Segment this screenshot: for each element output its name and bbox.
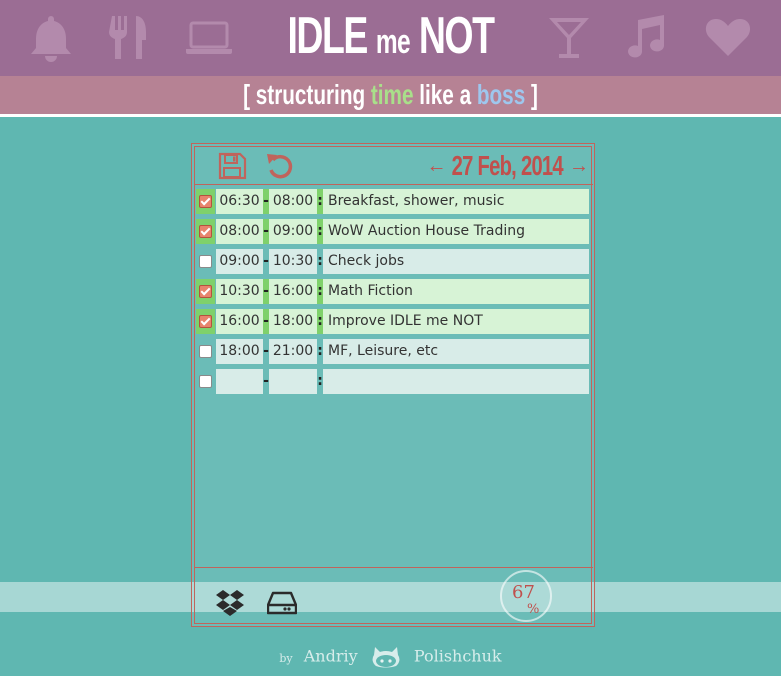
panel-toolbar: ← 27 Feb, 2014 → xyxy=(195,147,593,185)
task-field[interactable]: MF, Leisure, etc xyxy=(323,339,589,364)
task-field[interactable]: Math Fiction xyxy=(323,279,589,304)
schedule-row: 09:00-10:30: Check jobs xyxy=(195,249,593,274)
floppy-disk-icon[interactable] xyxy=(217,151,247,181)
done-checkbox[interactable] xyxy=(199,195,212,208)
header: IDLE me NOT xyxy=(0,0,781,76)
row-checkbox-cell xyxy=(196,309,215,334)
schedule-panel-inner: ← 27 Feb, 2014 → 06:30-08:00: Breakfast, … xyxy=(194,146,593,624)
row-checkbox-cell xyxy=(196,339,215,364)
tagline-open: [ structuring xyxy=(243,79,366,110)
task-field[interactable]: Improve IDLE me NOT xyxy=(323,309,589,334)
date-navigator: ← 27 Feb, 2014 → xyxy=(426,149,589,183)
schedule-row: 08:00-09:00: WoW Auction House Trading xyxy=(195,219,593,244)
end-time-field[interactable] xyxy=(269,369,317,394)
task-field[interactable]: Breakfast, shower, music xyxy=(323,189,589,214)
task-field[interactable]: Check jobs xyxy=(323,249,589,274)
dropbox-icon[interactable] xyxy=(215,587,245,617)
row-checkbox-cell xyxy=(196,249,215,274)
schedule-row: 06:30-08:00: Breakfast, shower, music xyxy=(195,189,593,214)
app-title: IDLE me NOT xyxy=(109,4,671,74)
start-time-field[interactable]: 06:30 xyxy=(216,189,263,214)
progress-indicator: 67 % xyxy=(500,570,552,622)
done-checkbox[interactable] xyxy=(199,315,212,328)
author-last-name[interactable]: Polishchuk xyxy=(414,647,502,666)
github-octocat-icon[interactable] xyxy=(371,644,401,670)
row-checkbox-cell xyxy=(196,219,215,244)
subtitle-bar: [ structuring time like a boss ] xyxy=(0,76,781,117)
tagline-close: ] xyxy=(530,79,538,110)
start-time-field[interactable] xyxy=(216,369,263,394)
task-field[interactable]: WoW Auction House Trading xyxy=(323,219,589,244)
end-time-field[interactable]: 18:00 xyxy=(269,309,317,334)
byline-by: by xyxy=(279,651,293,665)
done-checkbox[interactable] xyxy=(199,345,212,358)
done-checkbox[interactable] xyxy=(199,225,212,238)
current-date: 27 Feb, 2014 xyxy=(452,150,564,181)
prev-day-arrow[interactable]: ← xyxy=(426,155,446,178)
done-checkbox[interactable] xyxy=(199,375,212,388)
tagline: [ structuring time like a boss ] xyxy=(102,76,680,114)
end-time-field[interactable]: 09:00 xyxy=(269,219,317,244)
tagline-word-time: time xyxy=(370,79,414,110)
bell-icon[interactable] xyxy=(26,12,76,62)
start-time-field[interactable]: 09:00 xyxy=(216,249,263,274)
author-first-name[interactable]: Andriy xyxy=(304,647,358,666)
start-time-field[interactable]: 10:30 xyxy=(216,279,263,304)
tagline-word-boss: boss xyxy=(476,79,526,110)
footer-divider xyxy=(195,567,593,568)
app-title-part1: IDLE xyxy=(287,7,368,65)
end-time-field[interactable]: 10:30 xyxy=(269,249,317,274)
schedule-panel: ← 27 Feb, 2014 → 06:30-08:00: Breakfast, … xyxy=(191,143,595,627)
byline: by Andriy Polishchuk xyxy=(0,644,781,670)
schedule-row: -: xyxy=(195,369,593,394)
row-checkbox-cell xyxy=(196,369,215,394)
end-time-field[interactable]: 08:00 xyxy=(269,189,317,214)
schedule-row: 18:00-21:00: MF, Leisure, etc xyxy=(195,339,593,364)
undo-icon[interactable] xyxy=(265,151,295,181)
start-time-field[interactable]: 16:00 xyxy=(216,309,263,334)
row-checkbox-cell xyxy=(196,279,215,304)
progress-value: 67 xyxy=(512,582,535,603)
schedule-row: 10:30-16:00: Math Fiction xyxy=(195,279,593,304)
next-day-arrow[interactable]: → xyxy=(569,155,589,178)
tagline-mid: like a xyxy=(419,79,472,110)
end-time-field[interactable]: 21:00 xyxy=(269,339,317,364)
heart-icon[interactable] xyxy=(703,12,753,62)
row-checkbox-cell xyxy=(196,189,215,214)
schedule-rows: 06:30-08:00: Breakfast, shower, music 08:0… xyxy=(195,189,593,399)
hard-drive-icon[interactable] xyxy=(266,587,298,617)
done-checkbox[interactable] xyxy=(199,285,212,298)
start-time-field[interactable]: 08:00 xyxy=(216,219,263,244)
end-time-field[interactable]: 16:00 xyxy=(269,279,317,304)
done-checkbox[interactable] xyxy=(199,255,212,268)
schedule-row: 16:00-18:00: Improve IDLE me NOT xyxy=(195,309,593,334)
app-title-part3: NOT xyxy=(418,7,495,65)
task-field[interactable] xyxy=(323,369,589,394)
app-title-part2: me xyxy=(375,23,411,61)
progress-unit: % xyxy=(527,602,540,617)
start-time-field[interactable]: 18:00 xyxy=(216,339,263,364)
